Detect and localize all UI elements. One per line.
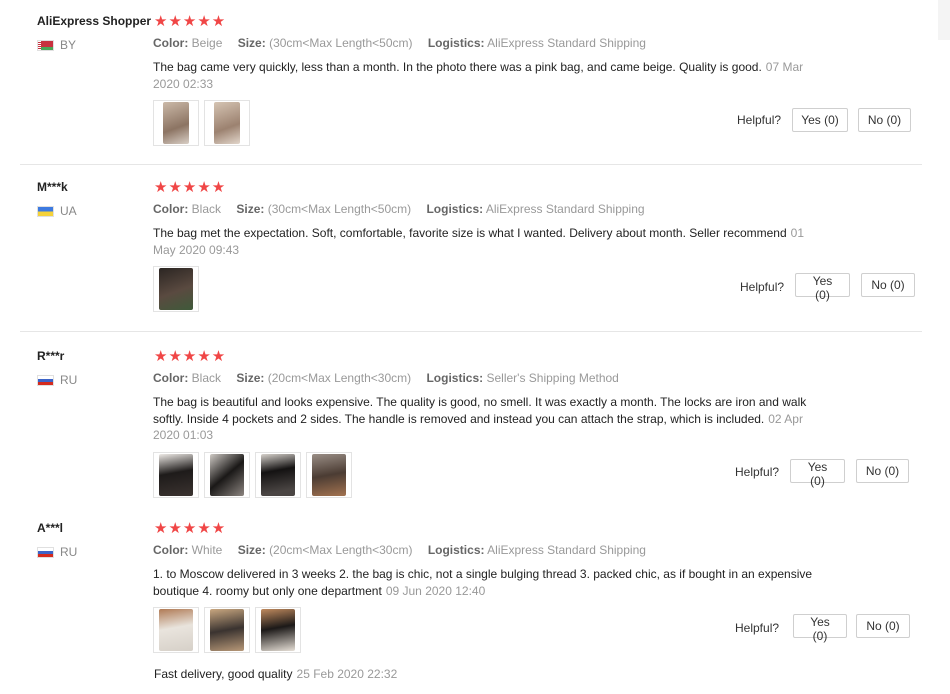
additional-feedback-text: Fast delivery, good quality bbox=[154, 667, 293, 681]
review-body: The bag is beautiful and looks expensive… bbox=[153, 395, 807, 426]
reviewer-country: RU bbox=[37, 545, 77, 559]
review-text: The bag met the expectation. Soft, comfo… bbox=[153, 225, 813, 258]
logistics-label: Logistics: bbox=[426, 202, 484, 216]
logistics-value: AliExpress Standard Shipping bbox=[487, 36, 646, 50]
review-photo[interactable] bbox=[306, 452, 352, 498]
logistics-label: Logistics: bbox=[426, 371, 484, 385]
review-photos bbox=[153, 100, 250, 146]
star-rating: ★★★★★ bbox=[154, 348, 227, 365]
color-value: Beige bbox=[191, 36, 223, 50]
review-photo[interactable] bbox=[153, 452, 199, 498]
size-value: (30cm<Max Length<50cm) bbox=[269, 36, 413, 50]
review-photo[interactable] bbox=[255, 607, 301, 653]
product-attributes: Color: White Size: (20cm<Max Length<30cm… bbox=[153, 543, 658, 557]
size-value: (20cm<Max Length<30cm) bbox=[267, 371, 412, 385]
review-photo[interactable] bbox=[204, 452, 250, 498]
logistics-value: Seller's Shipping Method bbox=[486, 371, 619, 385]
review-photo[interactable] bbox=[255, 452, 301, 498]
color-label: Color: bbox=[153, 202, 189, 216]
helpful-no-button[interactable]: No (0) bbox=[858, 108, 911, 132]
logistics-value: AliExpress Standard Shipping bbox=[487, 543, 646, 557]
product-attributes: Color: Beige Size: (30cm<Max Length<50cm… bbox=[153, 36, 658, 50]
size-label: Size: bbox=[236, 371, 265, 385]
reviewer-country: BY bbox=[37, 38, 76, 52]
review-divider bbox=[20, 331, 922, 332]
color-value: Black bbox=[191, 202, 222, 216]
review-text: 1. to Moscow delivered in 3 weeks 2. the… bbox=[153, 566, 813, 599]
review-photos bbox=[153, 266, 199, 312]
review-date: 09 Jun 2020 12:40 bbox=[385, 583, 486, 598]
size-label: Size: bbox=[236, 202, 265, 216]
helpful-yes-button[interactable]: Yes (0) bbox=[795, 273, 850, 302]
country-code: UA bbox=[60, 204, 77, 218]
reviewer-name: R***r bbox=[37, 349, 65, 363]
helpful-no-button[interactable]: No (0) bbox=[856, 459, 909, 483]
review-photos bbox=[153, 452, 352, 498]
product-attributes: Color: Black Size: (20cm<Max Length<30cm… bbox=[153, 371, 631, 385]
review-photo[interactable] bbox=[204, 607, 250, 653]
review-text: The bag came very quickly, less than a m… bbox=[153, 59, 813, 92]
review-body: The bag met the expectation. Soft, comfo… bbox=[153, 226, 787, 240]
russia-flag-icon bbox=[37, 546, 54, 558]
page-edge bbox=[938, 0, 950, 40]
review-divider bbox=[20, 164, 922, 165]
review-body: The bag came very quickly, less than a m… bbox=[153, 60, 762, 74]
size-value: (20cm<Max Length<30cm) bbox=[269, 543, 413, 557]
star-rating: ★★★★★ bbox=[154, 520, 227, 537]
logistics-label: Logistics: bbox=[427, 543, 485, 557]
russia-flag-icon bbox=[37, 374, 54, 386]
helpful-label: Helpful? bbox=[737, 113, 782, 127]
color-label: Color: bbox=[153, 36, 189, 50]
review-photos bbox=[153, 607, 301, 653]
size-label: Size: bbox=[237, 36, 266, 50]
star-rating: ★★★★★ bbox=[154, 13, 227, 30]
helpful-yes-button[interactable]: Yes (0) bbox=[792, 108, 848, 132]
review-photo[interactable] bbox=[153, 607, 199, 653]
color-value: Black bbox=[191, 371, 222, 385]
country-code: RU bbox=[60, 545, 78, 559]
color-label: Color: bbox=[153, 543, 189, 557]
size-value: (30cm<Max Length<50cm) bbox=[267, 202, 412, 216]
review-photo[interactable] bbox=[204, 100, 250, 146]
review-photo[interactable] bbox=[153, 100, 199, 146]
additional-feedback-date: 25 Feb 2020 22:32 bbox=[296, 667, 398, 681]
color-value: White bbox=[191, 543, 223, 557]
additional-feedback: Fast delivery, good quality 25 Feb 2020 2… bbox=[154, 667, 397, 681]
country-code: BY bbox=[60, 38, 77, 52]
color-label: Color: bbox=[153, 371, 189, 385]
helpful-label: Helpful? bbox=[735, 621, 780, 635]
belarus-flag-icon bbox=[37, 39, 54, 51]
helpful-no-button[interactable]: No (0) bbox=[856, 614, 910, 638]
product-attributes: Color: Black Size: (30cm<Max Length<50cm… bbox=[153, 202, 657, 216]
country-code: RU bbox=[60, 373, 78, 387]
reviewer-name: M***k bbox=[37, 180, 68, 194]
star-rating: ★★★★★ bbox=[154, 179, 227, 196]
helpful-no-button[interactable]: No (0) bbox=[861, 273, 915, 297]
reviewer-country: RU bbox=[37, 373, 77, 387]
review-text: The bag is beautiful and looks expensive… bbox=[153, 394, 813, 444]
reviewer-name: A***l bbox=[37, 521, 64, 535]
helpful-label: Helpful? bbox=[735, 465, 780, 479]
helpful-yes-button[interactable]: Yes (0) bbox=[790, 459, 845, 488]
helpful-label: Helpful? bbox=[740, 280, 785, 294]
logistics-label: Logistics: bbox=[427, 36, 485, 50]
logistics-value: AliExpress Standard Shipping bbox=[485, 202, 645, 216]
reviewer-country: UA bbox=[37, 204, 77, 218]
reviewer-name: AliExpress Shopper bbox=[37, 14, 152, 28]
ukraine-flag-icon bbox=[37, 205, 54, 217]
size-label: Size: bbox=[237, 543, 266, 557]
review-photo[interactable] bbox=[153, 266, 199, 312]
helpful-yes-button[interactable]: Yes (0) bbox=[793, 614, 847, 643]
